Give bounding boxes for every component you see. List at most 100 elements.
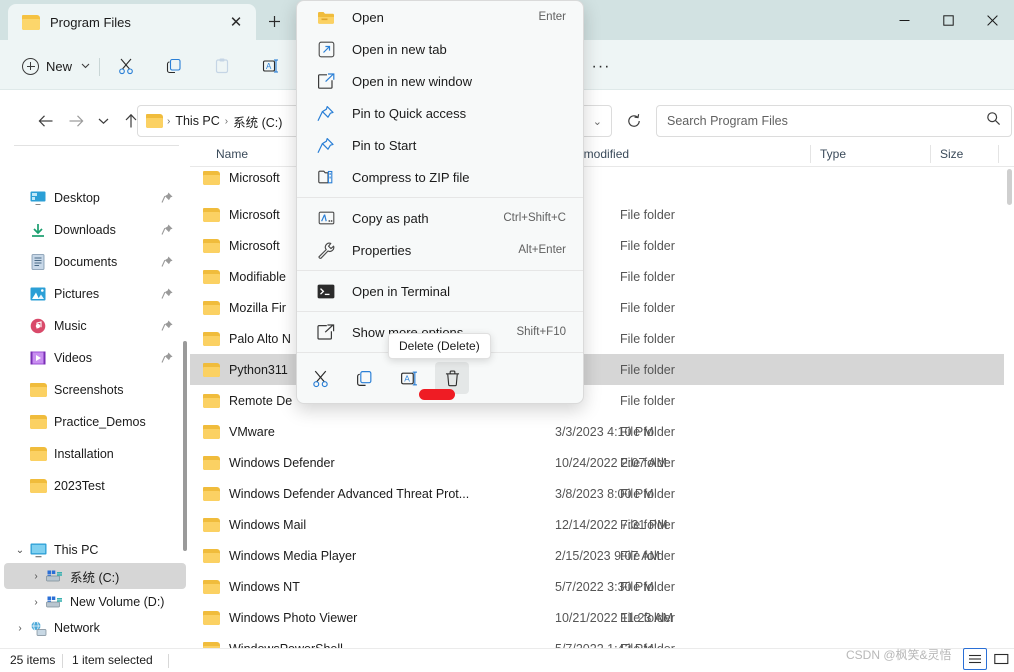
- menu-icon-wrap: [315, 169, 337, 185]
- details-view-button[interactable]: [963, 648, 987, 670]
- sidebar-item-videos[interactable]: Videos: [4, 345, 186, 371]
- svg-text:A: A: [404, 373, 410, 383]
- more-options-icon: [317, 323, 335, 341]
- expand-chevron-icon[interactable]: ›: [28, 597, 44, 608]
- type-cell: File folder: [620, 238, 675, 253]
- close-button[interactable]: [970, 0, 1014, 40]
- selection-status: 1 item selected: [72, 653, 153, 667]
- sidebar-item-label: Downloads: [54, 223, 116, 237]
- sidebar-item-network[interactable]: › Network: [4, 615, 186, 641]
- large-icons-view-button[interactable]: [989, 648, 1013, 670]
- sidebar-item-screenshots[interactable]: Screenshots: [4, 377, 186, 403]
- table-row[interactable]: Windows Media Player 2/15/2023 9:07 AM Fil…: [190, 540, 1004, 571]
- status-bar: 25 items 1 item selected: [0, 648, 1014, 672]
- pin-icon[interactable]: [161, 191, 174, 204]
- table-row[interactable]: Windows Defender Advanced Threat Prot...…: [190, 478, 1004, 509]
- breadcrumb-this-pc[interactable]: This PC: [171, 114, 223, 128]
- pin-icon[interactable]: [161, 255, 174, 268]
- context-menu-item-copy-as-path[interactable]: Copy as path Ctrl+Shift+C: [300, 202, 580, 234]
- recent-locations-button[interactable]: [89, 107, 117, 135]
- copy-icon[interactable]: [160, 53, 188, 79]
- file-list-scrollbar[interactable]: [1007, 169, 1012, 205]
- new-tab-icon: [318, 41, 335, 58]
- menu-icon-wrap: [315, 41, 337, 58]
- sidebar-item-2023test[interactable]: 2023Test: [4, 473, 186, 499]
- pin-icon[interactable]: [161, 351, 174, 364]
- tab-program-files[interactable]: Program Files ✕: [8, 4, 256, 40]
- svg-text:A: A: [266, 62, 272, 71]
- column-header-type[interactable]: Type: [810, 145, 930, 163]
- context-menu-item-pin-to-quick-access[interactable]: Pin to Quick access: [300, 97, 580, 129]
- context-menu-item-open-in-new-window[interactable]: Open in new window: [300, 65, 580, 97]
- expand-chevron-icon[interactable]: ›: [28, 571, 44, 582]
- back-button[interactable]: [32, 107, 60, 135]
- folder-icon: [29, 415, 47, 429]
- sidebar-icon-wrap: [28, 447, 48, 461]
- menu-icon-wrap: [315, 210, 337, 226]
- close-tab-icon[interactable]: ✕: [226, 12, 246, 32]
- new-tab-icon[interactable]: [262, 9, 286, 33]
- maximize-button[interactable]: [926, 0, 970, 40]
- cut-icon[interactable]: [303, 362, 337, 394]
- rename-icon[interactable]: A: [256, 53, 284, 79]
- pin-icon[interactable]: [161, 287, 174, 300]
- sidebar-item--c-[interactable]: › 系统 (C:): [4, 563, 186, 589]
- rename-icon[interactable]: A: [391, 362, 425, 394]
- table-row[interactable]: VMware 3/3/2023 4:10 PM File folder: [190, 416, 1004, 447]
- sidebar-item-installation[interactable]: Installation: [4, 441, 186, 467]
- column-header-size[interactable]: Size: [930, 145, 998, 163]
- sidebar-item-label: Desktop: [54, 191, 100, 205]
- sidebar-item-downloads[interactable]: Downloads: [4, 217, 186, 243]
- context-menu-item-compress-to-zip-file[interactable]: Compress to ZIP file: [300, 161, 580, 193]
- expand-chevron-icon[interactable]: ⌄: [12, 545, 28, 556]
- file-name-label: Microsoft: [229, 171, 280, 185]
- sidebar-item-new-volume-d-[interactable]: › New Volume (D:): [4, 589, 186, 615]
- new-button[interactable]: New: [14, 52, 98, 80]
- paste-icon[interactable]: [208, 53, 236, 79]
- file-name-cell: Palo Alto N: [203, 331, 291, 346]
- search-box[interactable]: Search Program Files: [656, 105, 1012, 137]
- column-header-blank[interactable]: [998, 145, 1014, 163]
- copy-path-icon: [318, 210, 335, 226]
- sidebar-item-label: Screenshots: [54, 383, 124, 397]
- sidebar-item-label: This PC: [54, 543, 99, 557]
- table-row[interactable]: WindowsPowerShell5/7/2022 1:42 PMFile fo…: [190, 633, 1004, 648]
- search-input[interactable]: Search Program Files: [667, 114, 986, 128]
- sidebar-item-documents[interactable]: Documents: [4, 249, 186, 275]
- more-options-button[interactable]: ···: [588, 58, 614, 76]
- file-explorer-window: Program Files ✕ New A ··· › This PC › 系统…: [0, 0, 1014, 672]
- file-name-label: Modifiable: [229, 269, 286, 284]
- forward-button[interactable]: [62, 107, 90, 135]
- context-menu-item-properties[interactable]: Properties Alt+Enter: [300, 234, 580, 266]
- column-header-date-modified[interactable]: Date modified: [545, 145, 810, 163]
- sidebar-item-desktop[interactable]: Desktop: [4, 185, 186, 211]
- context-menu-item-open-in-new-tab[interactable]: Open in new tab: [300, 33, 580, 65]
- sidebar-item-this-pc[interactable]: ⌄ This PC: [4, 537, 186, 563]
- pin-icon[interactable]: [161, 223, 174, 236]
- context-menu-accelerator: Alt+Enter: [518, 244, 566, 256]
- context-menu-item-pin-to-start[interactable]: Pin to Start: [300, 129, 580, 161]
- pin-icon[interactable]: [161, 319, 174, 332]
- context-menu-item-open[interactable]: Open Enter: [300, 1, 580, 33]
- sidebar-icon-wrap: [28, 223, 48, 238]
- cut-icon[interactable]: [112, 53, 140, 79]
- sidebar-item-practice-demos[interactable]: Practice_Demos: [4, 409, 186, 435]
- sidebar-item-pictures[interactable]: Pictures: [4, 281, 186, 307]
- minimize-button[interactable]: [882, 0, 926, 40]
- sidebar-item-music[interactable]: Music: [4, 313, 186, 339]
- table-row[interactable]: Windows NT 5/7/2022 3:30 PM File folder: [190, 571, 1004, 602]
- table-row[interactable]: Windows Photo Viewer 10/21/2022 11:23 AM F…: [190, 602, 1004, 633]
- table-row[interactable]: Windows Defender 10/24/2022 2:07 AM File f…: [190, 447, 1004, 478]
- folder-icon: [203, 362, 220, 377]
- copy-icon[interactable]: [347, 362, 381, 394]
- menu-icon-wrap: [315, 242, 337, 259]
- refresh-button[interactable]: [620, 107, 648, 135]
- expand-chevron-icon[interactable]: ›: [12, 623, 28, 634]
- context-menu-item-open-in-terminal[interactable]: Open in Terminal: [300, 275, 580, 307]
- table-row[interactable]: Windows Mail 12/14/2022 7:31 PM File folde…: [190, 509, 1004, 540]
- breadcrumb-drive-c[interactable]: 系统 (C:): [229, 112, 286, 131]
- folder-open-icon: [317, 10, 335, 25]
- sidebar-scrollbar[interactable]: [183, 341, 187, 551]
- context-menu-accelerator: Ctrl+Shift+C: [503, 212, 566, 224]
- address-dropdown-icon[interactable]: ⌄: [592, 115, 603, 128]
